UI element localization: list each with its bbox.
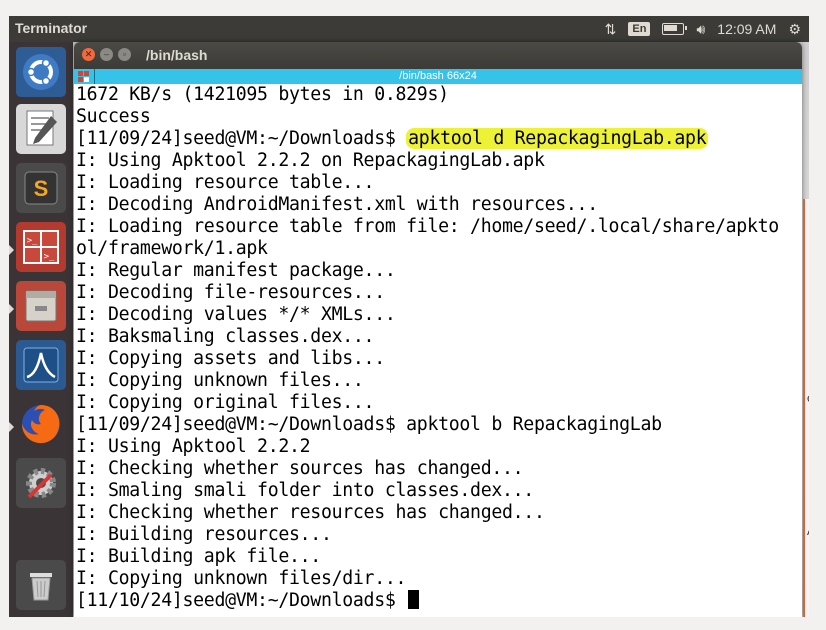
keyboard-layout-indicator[interactable]: En [628, 22, 651, 36]
background-window-edge[interactable]: c A [803, 199, 809, 617]
desktop: Terminator ⇅ En 🔊︎ 12:09 AM ⚙ S >_ >_ ✕ … [9, 16, 809, 617]
background-window-text: c [807, 391, 809, 405]
launcher: S >_ >_ [9, 42, 73, 617]
sublime-text-icon[interactable]: S [16, 163, 66, 213]
output-line: I: Copying unknown files/dir... [76, 568, 407, 589]
output-line: I: Copying original files... [76, 392, 375, 413]
output-line: I: Copying unknown files... [76, 370, 364, 391]
background-window-text: A [807, 524, 809, 538]
trash-icon[interactable] [16, 560, 66, 610]
output-line: Success [76, 106, 151, 127]
output-line: I: Building resources... [76, 524, 332, 545]
command-line: [11/09/24]seed@VM:~/Downloads$ apktool b… [76, 414, 662, 435]
svg-text:S: S [34, 176, 49, 201]
prompt: [11/10/24]seed@VM:~/Downloads$ [76, 590, 407, 611]
firefox-icon[interactable] [16, 399, 66, 449]
output-line: I: Using Apktool 2.2.2 [76, 436, 311, 457]
maximize-icon[interactable]: ▫ [118, 48, 131, 61]
output-line: I: Checking whether sources has changed.… [76, 458, 524, 479]
terminal-size-label: /bin/bash 66x24 [399, 70, 477, 82]
close-icon[interactable]: ✕ [82, 48, 95, 61]
current-prompt-line[interactable]: [11/10/24]seed@VM:~/Downloads$ [76, 590, 420, 612]
output-line: I: Decoding AndroidManifest.xml with res… [76, 194, 598, 215]
prompt: [11/09/24]seed@VM:~/Downloads$ [76, 128, 407, 149]
clock[interactable]: 12:09 AM [717, 21, 776, 37]
network-icon[interactable]: ⇅ [605, 21, 617, 38]
volume-icon[interactable]: 🔊︎ [696, 21, 705, 38]
file-manager-icon[interactable] [16, 281, 66, 331]
output-line: ol/framework/1.apk [76, 238, 268, 259]
system-settings-icon[interactable] [16, 458, 66, 508]
svg-text:>_: >_ [27, 236, 38, 246]
terminal-window[interactable]: ✕ – ▫ /bin/bash /bin/bash 66x24 1672 KB/… [74, 42, 802, 617]
output-line: I: Building apk file... [76, 546, 321, 567]
output-line: I: Loading resource table... [76, 172, 375, 193]
output-line: I: Decoding file-resources... [76, 282, 385, 303]
indicator-area: ⇅ En 🔊︎ 12:09 AM ⚙ [605, 16, 801, 42]
battery-icon[interactable] [662, 23, 688, 35]
minimize-icon[interactable]: – [100, 48, 113, 61]
terminator-icon[interactable]: >_ >_ [16, 222, 66, 272]
running-indicator [9, 245, 14, 255]
output-line: I: Using Apktool 2.2.2 on RepackagingLab… [76, 150, 545, 171]
output-line: I: Decoding values */* XMLs... [76, 304, 396, 325]
wireshark-icon[interactable] [16, 340, 66, 390]
terminal-output[interactable]: 1672 KB/s (1421095 bytes in 0.829s) Succ… [74, 84, 802, 617]
output-line: I: Smaling smali folder into classes.dex… [76, 480, 534, 501]
running-indicator [9, 304, 14, 314]
output-line: I: Copying assets and libs... [76, 348, 385, 369]
gear-icon[interactable]: ⚙ [788, 21, 801, 38]
running-indicator [9, 422, 14, 432]
top-panel: Terminator ⇅ En 🔊︎ 12:09 AM ⚙ [9, 16, 809, 42]
text-editor-icon[interactable] [16, 104, 66, 154]
output-line: I: Loading resource table from file: /ho… [76, 216, 779, 237]
svg-text:>_: >_ [44, 252, 55, 262]
output-line: 1672 KB/s (1421095 bytes in 0.829s) [76, 84, 449, 105]
command-line: [11/09/24]seed@VM:~/Downloads$ apktool d… [76, 128, 709, 150]
output-line: I: Baksmaling classes.dex... [76, 326, 375, 347]
terminal-tab-bar: /bin/bash 66x24 [74, 69, 802, 84]
active-app-title: Terminator [15, 20, 88, 36]
window-title: /bin/bash [146, 47, 208, 63]
text-cursor [408, 590, 420, 609]
output-line: I: Checking whether resources has change… [76, 502, 545, 523]
highlighted-command: apktool d RepackagingLab.apk [406, 128, 709, 149]
ubuntu-dash-icon[interactable] [16, 47, 66, 97]
output-line: I: Regular manifest package... [76, 260, 396, 281]
window-titlebar[interactable]: ✕ – ▫ /bin/bash [74, 42, 802, 69]
